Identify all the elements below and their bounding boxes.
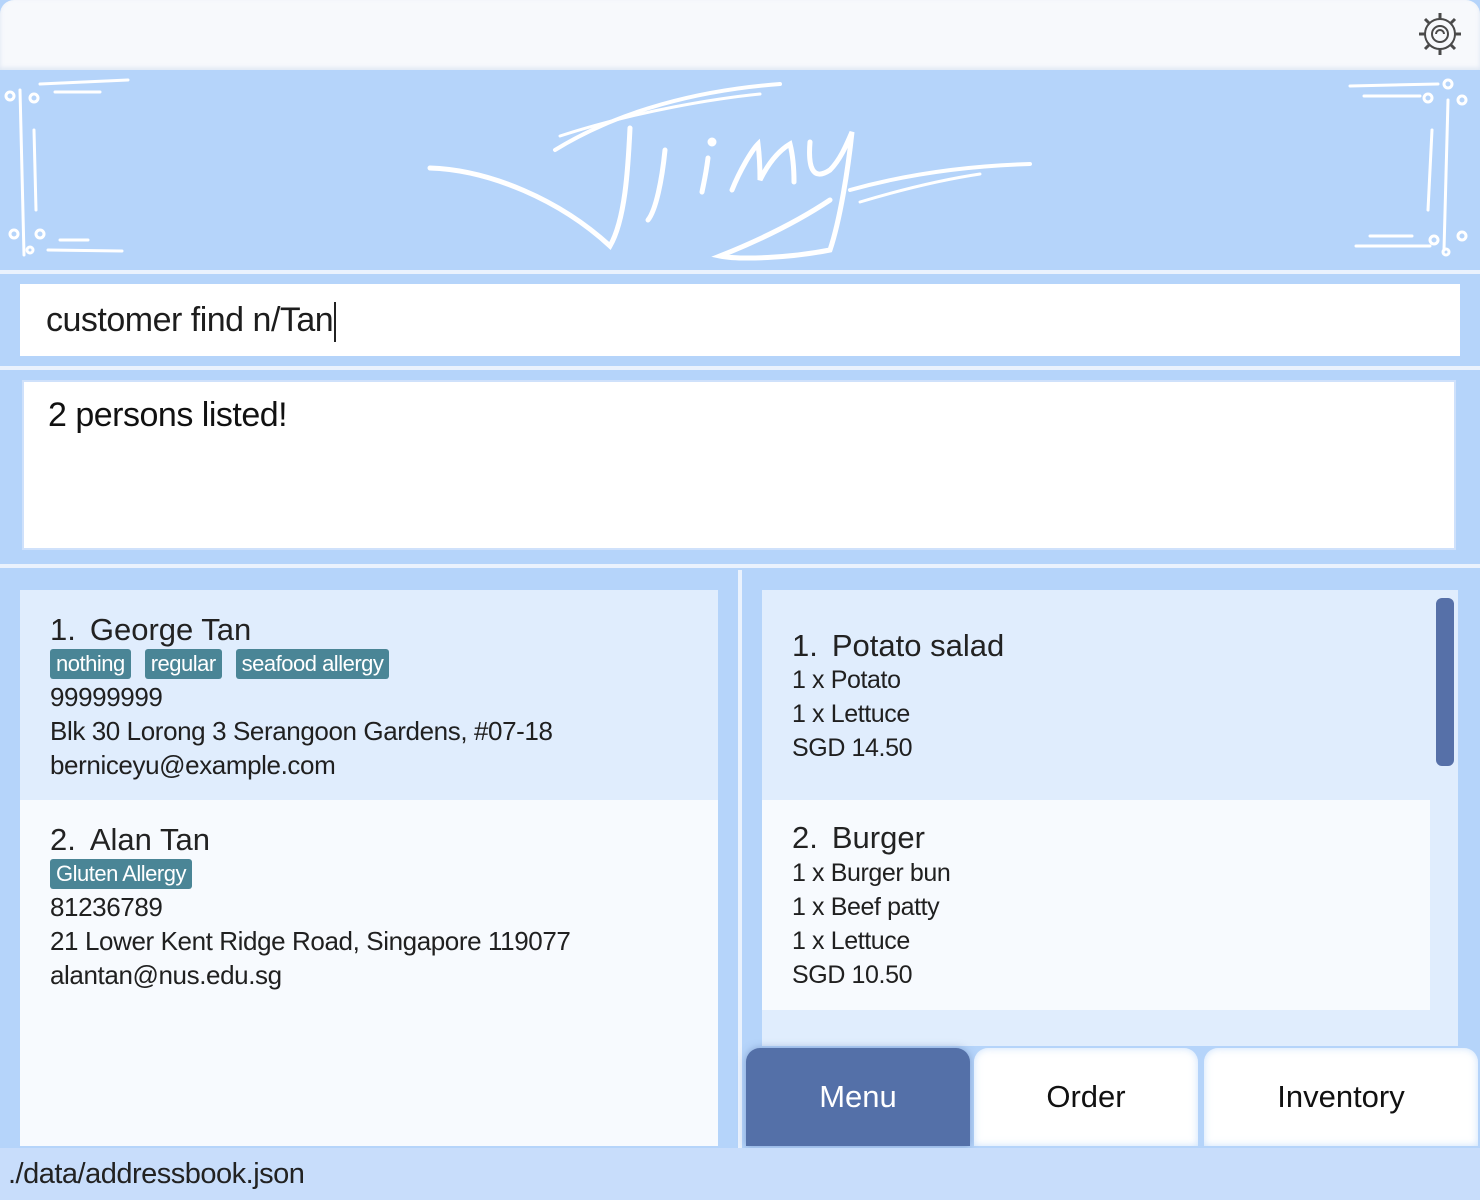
person-name: 1. George Tan [50,612,251,648]
menu-price: SGD 10.50 [792,961,913,989]
tag: Gluten Allergy [50,859,192,889]
person-name-text: Alan Tan [89,822,210,857]
person-phone: 99999999 [50,682,163,712]
menu-card[interactable]: 2. Burger 1 x Burger bun 1 x Beef patty 1… [762,800,1430,1010]
person-index: 2. [50,822,76,857]
command-box[interactable]: customer find n/Tan [20,284,1460,356]
ingredient-line: 1 x Lettuce [792,927,910,955]
menu-item-name: 2. Burger [792,820,925,856]
person-phone: 81236789 [50,892,163,922]
menu-index: 1. [792,628,818,663]
menu-price: SGD 14.50 [792,734,913,762]
app-banner [0,70,1480,270]
tag: seafood allergy [235,649,390,679]
scrollbar[interactable] [1430,590,1458,1046]
person-list[interactable]: 1. George Tan nothing regular seafood all… [20,590,718,1146]
person-name: 2. Alan Tan [50,822,210,858]
tab-inventory[interactable]: Inventory [1204,1048,1478,1146]
menu-name-text: Potato salad [831,628,1005,663]
ingredient-line: 1 x Beef patty [792,893,940,921]
tag: regular [144,649,222,679]
person-index: 1. [50,612,76,647]
person-address: Blk 30 Lorong 3 Serangoon Gardens, #07-1… [50,716,553,746]
text-caret [334,302,337,343]
title-bar [0,0,1480,70]
tag-list: Gluten Allergy [50,859,192,889]
gear-icon[interactable] [1416,10,1464,58]
save-location: ./data/addressbook.json [8,1158,305,1190]
command-input[interactable]: customer find n/Tan [46,298,337,343]
result-display: 2 persons listed! [22,380,1456,550]
menu-name-text: Burger [831,820,925,855]
person-email: alantan@nus.edu.sg [50,960,282,990]
separator [0,270,1480,274]
person-card[interactable]: 2. Alan Tan Gluten Allergy 81236789 21 Lo… [20,800,718,1010]
tag-list: nothing regular seafood allergy [50,649,390,679]
banner-doodle [4,78,1468,261]
panel-divider[interactable] [738,570,742,1148]
ingredient-line: 1 x Potato [792,666,901,694]
ingredient-line: 1 x Burger bun [792,859,951,887]
person-card[interactable]: 1. George Tan nothing regular seafood all… [20,590,718,800]
command-text: customer find n/Tan [46,301,334,339]
tab-menu[interactable]: Menu [746,1048,970,1146]
menu-card[interactable]: 1. Potato salad 1 x Potato 1 x Lettuce SG… [762,590,1430,800]
status-bar: ./data/addressbook.json [0,1148,1480,1200]
person-name-text: George Tan [89,612,252,647]
tab-bar: Menu Order Inventory [744,1046,1480,1146]
tag: nothing [50,649,131,679]
menu-list[interactable]: 1. Potato salad 1 x Potato 1 x Lettuce SG… [762,590,1458,1046]
separator [0,564,1480,568]
tab-order[interactable]: Order [974,1048,1198,1146]
separator [0,366,1480,370]
scrollbar-thumb[interactable] [1436,598,1454,766]
menu-index: 2. [792,820,818,855]
person-address: 21 Lower Kent Ridge Road, Singapore 1190… [50,926,571,956]
person-email: berniceyu@example.com [50,750,336,780]
result-message: 2 persons listed! [48,396,288,434]
menu-item-name: 1. Potato salad [792,628,1004,664]
ingredient-line: 1 x Lettuce [792,700,910,728]
